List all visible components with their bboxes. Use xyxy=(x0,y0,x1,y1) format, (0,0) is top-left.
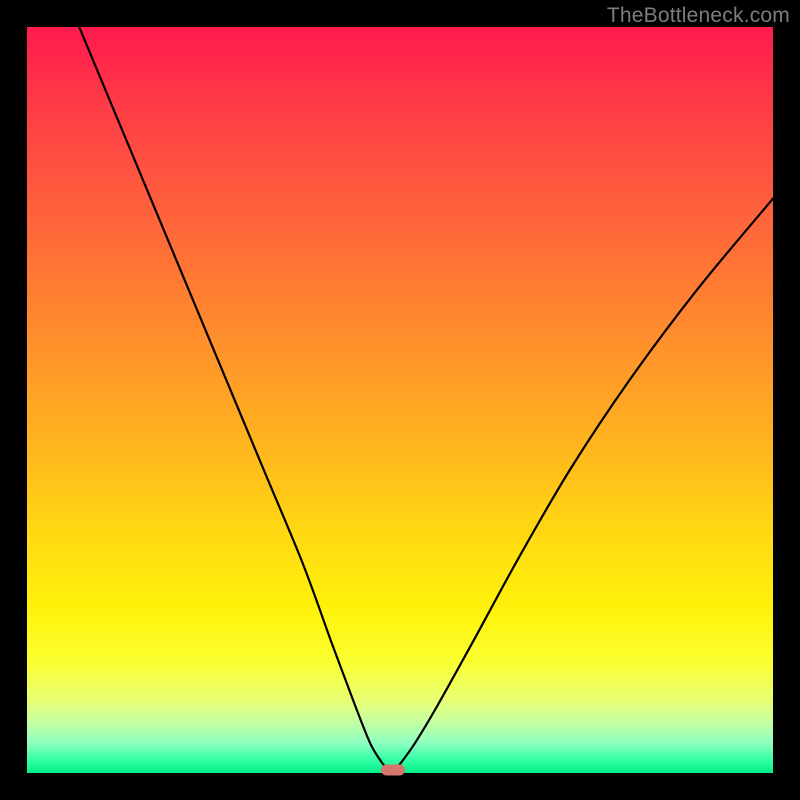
optimal-point-marker xyxy=(381,765,405,776)
plot-area xyxy=(27,27,773,773)
chart-frame: TheBottleneck.com xyxy=(0,0,800,800)
bottleneck-curve xyxy=(27,27,773,773)
watermark-text: TheBottleneck.com xyxy=(607,4,790,28)
